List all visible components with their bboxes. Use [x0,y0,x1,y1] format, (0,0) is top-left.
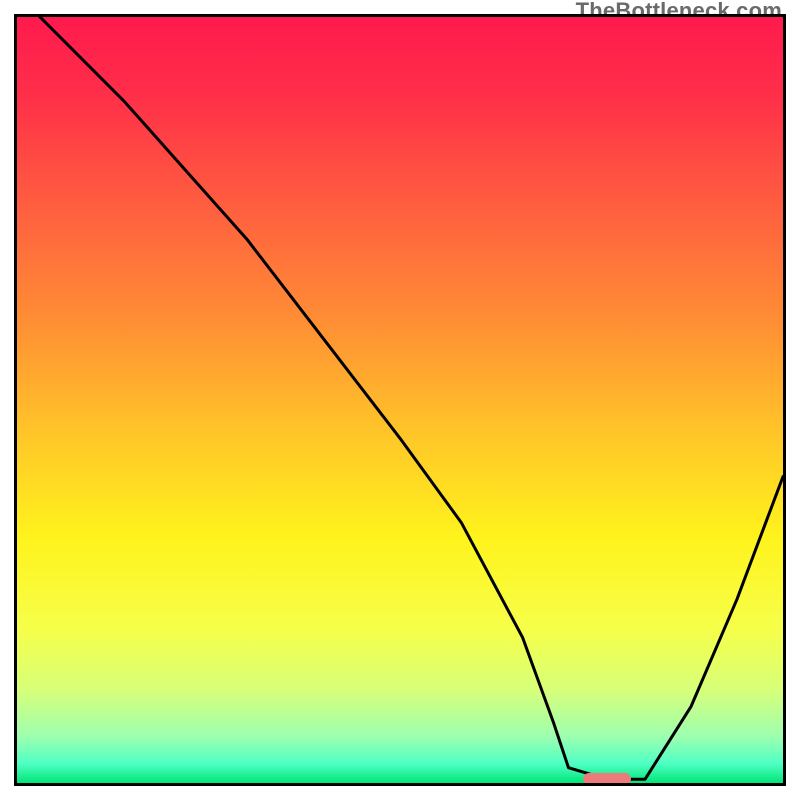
chart-frame [14,14,786,786]
gradient-rect [17,17,783,783]
bottleneck-gradient-background [17,17,783,783]
optimal-point-marker [583,773,631,785]
